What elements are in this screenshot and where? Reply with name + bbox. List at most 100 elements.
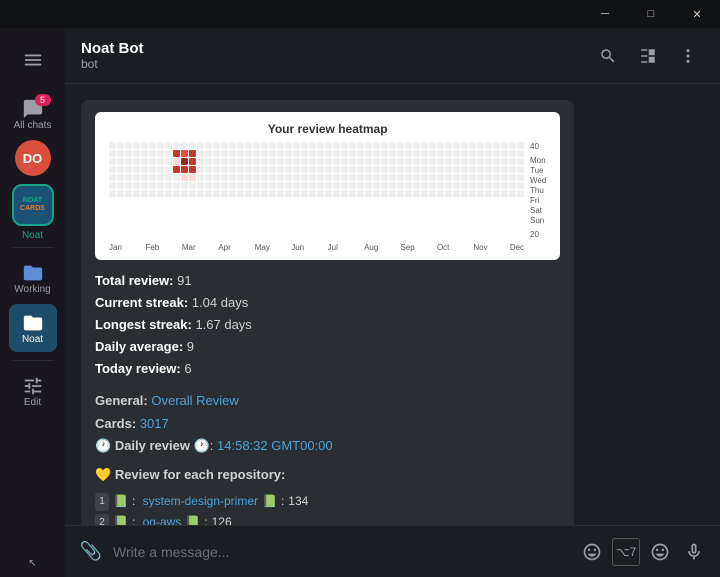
heatmap-cell [181,182,188,189]
heatmap-cell [429,190,436,197]
sidebar-item-noat[interactable]: Noat [9,304,57,352]
heatmap-cell [357,174,364,181]
emoji-button[interactable] [646,538,674,566]
heatmap-cell [205,158,212,165]
heatmap-cell [381,166,388,173]
maximize-button[interactable]: □ [628,0,674,28]
heatmap-cell [373,182,380,189]
heatmap-cell [237,142,244,149]
heatmap-cell [197,150,204,157]
heatmap-cell [381,182,388,189]
heatmap-cell [317,166,324,173]
heatmap-cell [381,150,388,157]
hamburger-icon [22,49,44,71]
chat-messages[interactable]: Your review heatmap 40 Mon Tue Wed Thu [65,84,720,525]
heatmap-cell [493,150,500,157]
keyboard-button[interactable]: ⌥7 [612,538,640,566]
heatmap-cell [485,174,492,181]
heatmap-cell [165,150,172,157]
heatmap-week [517,142,524,197]
heatmap-cell [245,182,252,189]
heatmap-cell [493,190,500,197]
add-reaction-button[interactable] [578,538,606,566]
noat-avatar[interactable]: NOAT CARDS [12,184,54,226]
heatmap-week [117,142,124,197]
sidebar-item-edit[interactable]: Edit [9,367,57,415]
close-button[interactable]: ✕ [674,0,720,28]
chat-header: Noat Bot bot [65,28,720,84]
heatmap-cell [261,142,268,149]
heatmap-cell [373,190,380,197]
heatmap-cell [117,166,124,173]
heatmap-cell [365,150,372,157]
overall-review-link[interactable]: Overall Review [151,393,238,408]
layout-button[interactable] [632,40,664,72]
message-input[interactable] [113,544,570,560]
heatmap-cell [285,158,292,165]
heatmap-cell [469,174,476,181]
do-avatar[interactable]: DO [15,140,51,176]
heatmap-cell [365,142,372,149]
folder-noat-icon [22,312,44,334]
heatmap-cell [237,158,244,165]
heatmap-cell [357,158,364,165]
heatmap-cell [397,190,404,197]
repo-name-link[interactable]: og-aws [143,512,182,525]
menu-button[interactable] [9,36,57,84]
cards-value-link[interactable]: 3017 [140,416,169,431]
heatmap-cell [301,182,308,189]
heatmap-cell [381,158,388,165]
heatmap-cell [509,190,516,197]
heatmap-cell [261,150,268,157]
heatmap-cell [333,150,340,157]
heatmap-container: Your review heatmap 40 Mon Tue Wed Thu [95,112,560,260]
daily-review-time[interactable]: 14:58:32 GMT00:00 [217,438,333,453]
heatmap-cell [205,142,212,149]
heatmap-cell [237,166,244,173]
total-review-value: 91 [177,273,191,288]
heatmap-cell [197,158,204,165]
heatmap-week [253,142,260,197]
repos-header: Review for each repository: [115,467,286,482]
heatmap-cell [469,166,476,173]
heatmap-cell [181,166,188,173]
heatmap-cell [285,166,292,173]
heatmap-cell [397,142,404,149]
heatmap-cell [493,142,500,149]
badge-count: 5 [35,94,51,106]
heatmap-cell [109,150,116,157]
sidebar-narrow: 5 All chats DO NOAT CARDS Noat [0,28,65,577]
heatmap-cell [221,158,228,165]
heatmap-cell [253,158,260,165]
heatmap-cell [229,190,236,197]
heatmap-cell [349,142,356,149]
repo-name-link[interactable]: system-design-primer [143,491,258,513]
heatmap-cell [397,150,404,157]
heatmap-cell [205,174,212,181]
repo-number: 2 [95,514,109,525]
heatmap-cell [357,166,364,173]
heatmap-cell [445,150,452,157]
heatmap-cell [245,142,252,149]
heatmap-cell [373,174,380,181]
sidebar-item-all-chats[interactable]: 5 All chats [9,90,57,138]
heatmap-cell [517,182,524,189]
heatmap-cell [221,190,228,197]
search-header-button[interactable] [592,40,624,72]
mic-button[interactable] [680,538,708,566]
main-area: Noat Bot bot [65,28,720,577]
more-options-button[interactable] [672,40,704,72]
sidebar-item-working[interactable]: Working [9,254,57,302]
chat-input-area: 📎 ⌥7 [65,525,720,577]
heatmap-cell [277,150,284,157]
heatmap-cell [229,158,236,165]
heatmap-cell [421,166,428,173]
heatmap-cell [453,190,460,197]
heatmap-cell [157,142,164,149]
heatmap-cell [125,158,132,165]
heatmap-cell [213,142,220,149]
heatmap-cell [389,142,396,149]
heatmap-cell [501,190,508,197]
minimize-button[interactable]: ─ [582,0,628,28]
attach-button[interactable]: 📎 [77,541,105,562]
